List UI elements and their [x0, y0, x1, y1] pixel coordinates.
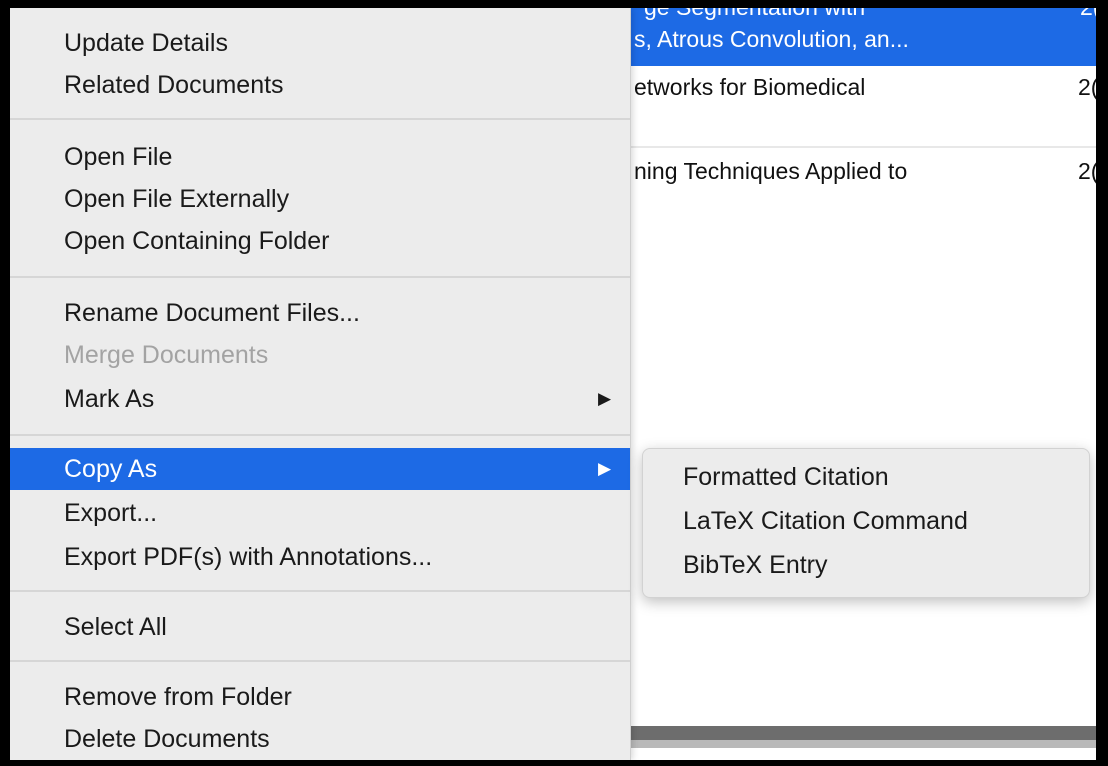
submenu-item-bibtex-entry[interactable]: BibTeX Entry	[643, 543, 1089, 587]
menu-item-remove-from-folder[interactable]: Remove from Folder	[10, 676, 630, 718]
menu-item-label: Merge Documents	[64, 341, 269, 369]
menu-item-open-file[interactable]: Open File	[10, 136, 630, 178]
menu-item-label: Export PDF(s) with Annotations...	[64, 543, 433, 571]
menu-item-label: Open Containing Folder	[64, 227, 330, 255]
submenu-arrow-icon: ▶	[598, 459, 612, 478]
menu-item-label: Update Details	[64, 29, 228, 57]
menu-item-label: Rename Document Files...	[64, 299, 360, 327]
context-menu: Update Details Related Documents Open Fi…	[10, 8, 631, 760]
menu-item-label: Open File Externally	[64, 185, 290, 213]
submenu-item-formatted-citation[interactable]: Formatted Citation	[643, 455, 1089, 499]
menu-separator	[10, 660, 630, 662]
menu-item-open-containing-folder[interactable]: Open Containing Folder	[10, 220, 630, 262]
app-window: ge Segmentation with s, Atrous Convoluti…	[10, 8, 1096, 760]
submenu-item-latex-citation-command[interactable]: LaTeX Citation Command	[643, 499, 1089, 543]
submenu-item-label: BibTeX Entry	[683, 551, 828, 579]
menu-item-mark-as[interactable]: Mark As ▶	[10, 378, 630, 420]
row-title-cut: ge Segmentation with	[644, 8, 865, 21]
copy-as-submenu: Formatted Citation LaTeX Citation Comman…	[642, 448, 1090, 598]
row-title: s, Atrous Convolution, an...	[634, 26, 909, 52]
menu-item-merge-documents: Merge Documents	[10, 334, 630, 376]
menu-item-label: Delete Documents	[64, 725, 270, 753]
row-year: 2(	[1078, 158, 1096, 184]
menu-separator	[10, 118, 630, 120]
row-title: ning Techniques Applied to	[634, 158, 908, 184]
submenu-item-label: LaTeX Citation Command	[683, 507, 968, 535]
menu-item-related-documents[interactable]: Related Documents	[10, 64, 630, 106]
menu-item-label: Related Documents	[64, 71, 284, 99]
row-title: etworks for Biomedical	[634, 74, 866, 100]
menu-item-label: Select All	[64, 613, 167, 641]
menu-separator	[10, 590, 630, 592]
menu-item-open-file-externally[interactable]: Open File Externally	[10, 178, 630, 220]
menu-item-label: Copy As	[64, 455, 158, 483]
menu-item-export[interactable]: Export...	[10, 492, 630, 534]
menu-item-select-all[interactable]: Select All	[10, 606, 630, 648]
menu-item-label: Remove from Folder	[64, 683, 292, 711]
submenu-arrow-icon: ▶	[598, 389, 612, 408]
menu-item-update-details[interactable]: Update Details	[10, 22, 630, 64]
submenu-item-label: Formatted Citation	[683, 463, 889, 491]
menu-item-copy-as[interactable]: Copy As ▶	[10, 448, 630, 490]
menu-item-label: Mark As	[64, 385, 155, 413]
menu-separator	[10, 434, 630, 436]
menu-item-label: Open File	[64, 143, 173, 171]
row-year: 2(	[1080, 8, 1096, 21]
pane-splitter-shadow	[630, 740, 1096, 748]
row-year: 2(	[1078, 74, 1096, 100]
menu-item-label: Export...	[64, 499, 158, 527]
menu-separator	[10, 276, 630, 278]
menu-item-rename-document-files[interactable]: Rename Document Files...	[10, 292, 630, 334]
menu-item-export-pdfs-with-annotations[interactable]: Export PDF(s) with Annotations...	[10, 536, 630, 578]
menu-item-delete-documents[interactable]: Delete Documents	[10, 718, 630, 760]
pane-splitter[interactable]	[630, 726, 1096, 740]
